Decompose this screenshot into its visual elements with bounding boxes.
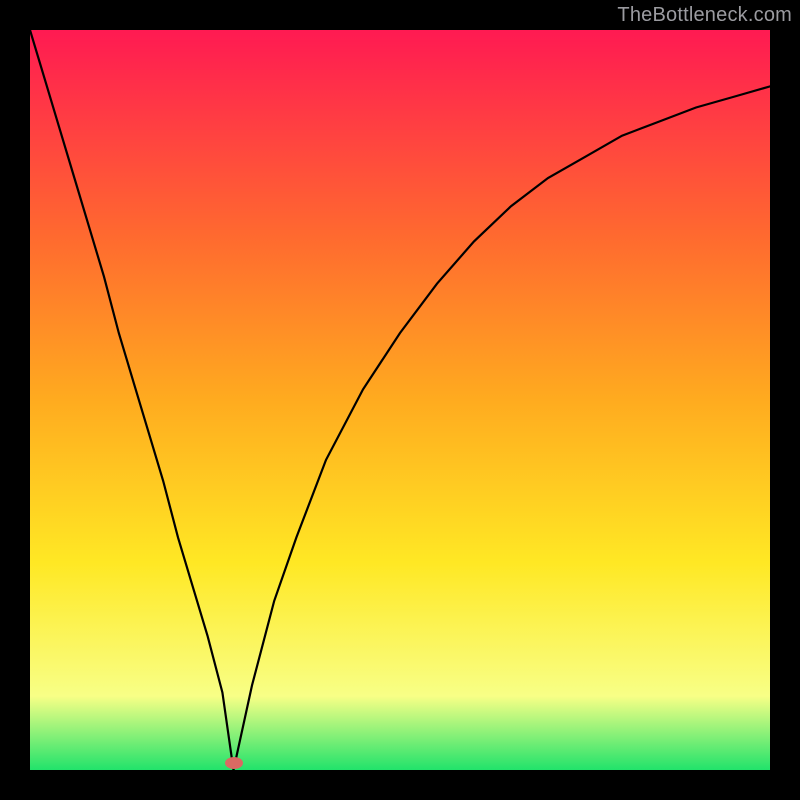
minimum-marker [225,757,243,769]
curve-layer [30,30,770,770]
bottleneck-curve [30,30,770,770]
chart-frame: TheBottleneck.com [0,0,800,800]
watermark-text: TheBottleneck.com [617,4,792,27]
plot-area [30,30,770,770]
